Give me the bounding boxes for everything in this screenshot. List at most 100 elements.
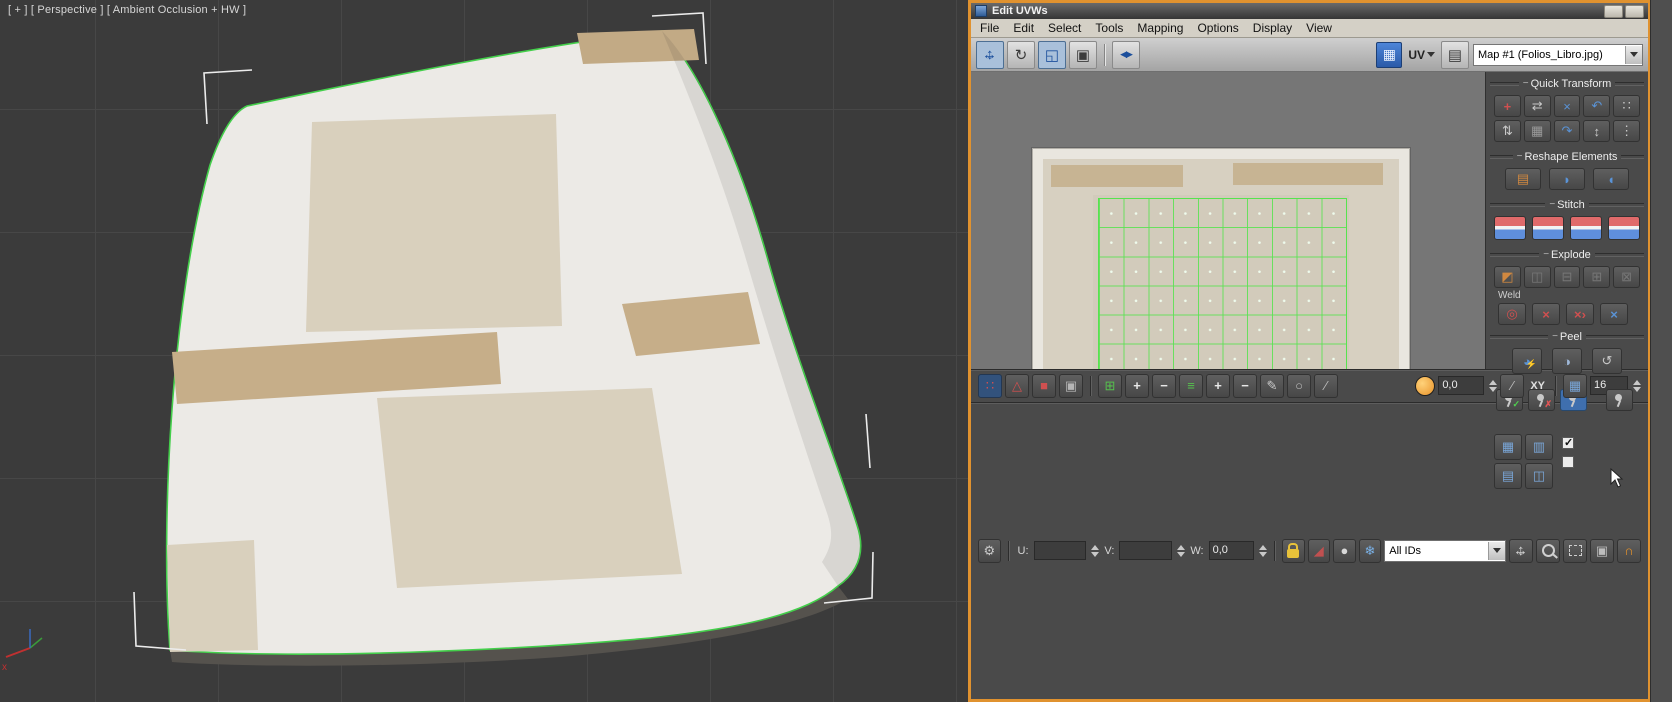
loop-grow-icon[interactable]: + bbox=[1206, 373, 1230, 398]
element-mode-icon[interactable]: ▣ bbox=[1059, 373, 1083, 398]
stitch-custom-icon[interactable] bbox=[1494, 216, 1526, 240]
target-weld-icon[interactable]: ◎ bbox=[1498, 303, 1526, 325]
explode-to-object-icon[interactable]: ◩ bbox=[1494, 266, 1521, 288]
weld-all-icon[interactable]: ×› bbox=[1566, 303, 1594, 325]
minimize-button[interactable] bbox=[1604, 4, 1623, 18]
qt-align-horizontal-icon[interactable]: ⇄ bbox=[1523, 95, 1551, 117]
grid-snap-icon[interactable]: ▦ bbox=[1563, 373, 1587, 398]
shrink-selection-icon[interactable]: − bbox=[1152, 373, 1176, 398]
u-field[interactable] bbox=[1033, 541, 1087, 561]
v-field[interactable] bbox=[1119, 541, 1173, 561]
peel-mode-icon[interactable]: ◑ bbox=[1552, 348, 1582, 374]
unpin-icon[interactable] bbox=[1606, 389, 1633, 411]
window-titlebar[interactable]: Edit UVWs bbox=[971, 3, 1648, 19]
zoom-icon[interactable] bbox=[1536, 538, 1560, 563]
options-gear-icon[interactable]: ⚙ bbox=[978, 538, 1001, 563]
qt-space-vertical-icon[interactable]: ⋮ bbox=[1613, 120, 1640, 142]
material-ids-dropdown[interactable]: All IDs bbox=[1384, 539, 1506, 562]
menu-select[interactable]: Select bbox=[1041, 20, 1088, 36]
weld-selected-icon[interactable]: × bbox=[1532, 303, 1560, 325]
brush-size-icon[interactable]: ∕ bbox=[1314, 373, 1338, 398]
sphere-preview-icon[interactable]: ● bbox=[1333, 538, 1356, 563]
rescale-checkbox[interactable] bbox=[1562, 436, 1574, 449]
face-mode-icon[interactable]: ■ bbox=[1032, 373, 1056, 398]
falloff-brush-icon[interactable]: ∕ bbox=[1500, 373, 1525, 398]
straighten-loop-icon[interactable]: ◗ bbox=[1549, 168, 1585, 190]
weld-break-icon[interactable]: × bbox=[1600, 303, 1628, 325]
menu-edit[interactable]: Edit bbox=[1006, 20, 1041, 36]
menu-display[interactable]: Display bbox=[1246, 20, 1299, 36]
detach-edge-icon[interactable]: ⊟ bbox=[1553, 266, 1581, 288]
qt-move-icon[interactable]: + bbox=[1494, 95, 1521, 117]
freeform-gizmo-icon[interactable]: ▣ bbox=[1069, 40, 1097, 69]
uv-shell-main-grid[interactable] bbox=[1098, 198, 1347, 369]
qt-rotate-cw-icon[interactable]: ↷ bbox=[1553, 120, 1581, 142]
pan-icon[interactable] bbox=[1509, 538, 1533, 563]
pack-custom-icon[interactable]: ◫ bbox=[1525, 463, 1553, 489]
perspective-viewport[interactable]: [ + ] [ Perspective ] [ Ambient Occlusio… bbox=[0, 0, 968, 702]
grow-selection-icon[interactable]: + bbox=[1125, 373, 1149, 398]
pack-full-icon[interactable]: ▤ bbox=[1494, 463, 1522, 489]
menu-tools[interactable]: Tools bbox=[1088, 20, 1130, 36]
menu-file[interactable]: File bbox=[973, 20, 1006, 36]
explode-faces-icon[interactable]: ⊞ bbox=[1583, 266, 1611, 288]
edge-loop-icon[interactable]: ≡ bbox=[1179, 373, 1203, 398]
texture-list-icon[interactable]: ▤ bbox=[1441, 40, 1469, 69]
map-select-dropdown[interactable]: Map #1 (Folios_Libro.jpg) bbox=[1473, 43, 1643, 66]
paint-wedge-icon[interactable]: ◢ bbox=[1307, 538, 1331, 563]
select-by-element-icon[interactable]: ⊞ bbox=[1098, 373, 1122, 398]
pack-normalize-icon[interactable]: ▦ bbox=[1494, 434, 1522, 460]
close-button[interactable] bbox=[1625, 4, 1644, 18]
material-ids-arrow[interactable] bbox=[1488, 541, 1505, 560]
break-icon[interactable]: ◫ bbox=[1523, 266, 1551, 288]
zoom-extents-icon[interactable]: ▣ bbox=[1590, 538, 1614, 563]
freeze-icon[interactable]: ❄ bbox=[1358, 538, 1382, 563]
peel-reset-icon[interactable]: ↺ bbox=[1592, 348, 1622, 374]
w-spinner[interactable] bbox=[1259, 544, 1267, 557]
quick-peel-icon[interactable]: ◕ ⚡ bbox=[1512, 348, 1542, 374]
qt-measure-icon[interactable]: ↕ bbox=[1583, 120, 1611, 142]
soft-selection-color-swatch[interactable] bbox=[1415, 375, 1436, 396]
rollout-header[interactable]: − Stitch bbox=[1490, 197, 1644, 212]
qt-align-cross-icon[interactable]: × bbox=[1553, 95, 1581, 117]
pack-together-icon[interactable]: ▥ bbox=[1525, 434, 1553, 460]
v-spinner[interactable] bbox=[1177, 544, 1186, 557]
loop-shrink-icon[interactable]: − bbox=[1233, 373, 1257, 398]
vertex-mode-icon[interactable]: ∷ bbox=[978, 373, 1002, 398]
lock-selection-icon[interactable] bbox=[1281, 538, 1305, 563]
paint-select-icon[interactable]: ✎ bbox=[1260, 373, 1284, 398]
menu-view[interactable]: View bbox=[1299, 20, 1339, 36]
edge-mode-icon[interactable]: △ bbox=[1005, 373, 1029, 398]
qt-rotate-ccw-icon[interactable]: ↶ bbox=[1583, 95, 1611, 117]
rollout-header[interactable]: − Peel bbox=[1490, 329, 1644, 344]
soft-selection-field[interactable]: 0,0 bbox=[1438, 376, 1485, 395]
smooth-arc-icon[interactable]: ◖ bbox=[1593, 168, 1629, 190]
uv-channel-dropdown[interactable]: UV bbox=[1406, 48, 1437, 62]
pelt-snap-icon[interactable]: ∩ bbox=[1617, 538, 1641, 563]
zoom-region-icon[interactable] bbox=[1563, 538, 1587, 563]
relax-tool-icon[interactable]: ▤ bbox=[1505, 168, 1541, 190]
u-spinner[interactable] bbox=[1091, 544, 1100, 557]
mirror-tool-icon[interactable]: ◀▶ bbox=[1112, 40, 1140, 69]
map-select-arrow[interactable] bbox=[1625, 45, 1642, 64]
stitch-to-source-icon[interactable] bbox=[1570, 216, 1602, 240]
brush-falloff-icon[interactable]: ○ bbox=[1287, 373, 1311, 398]
menu-mapping[interactable]: Mapping bbox=[1130, 20, 1190, 36]
show-map-toggle-icon[interactable]: ▦ bbox=[1376, 41, 1403, 68]
scale-tool-icon[interactable]: ◱ bbox=[1038, 40, 1066, 69]
rollout-header[interactable]: − Reshape Elements bbox=[1490, 149, 1644, 164]
rollout-header[interactable]: − Explode bbox=[1490, 247, 1644, 262]
pin-break-icon[interactable]: ✗ bbox=[1528, 389, 1555, 411]
grid-size-spinner[interactable] bbox=[1633, 379, 1641, 392]
menu-options[interactable]: Options bbox=[1190, 20, 1245, 36]
rollout-header[interactable]: − Quick Transform bbox=[1490, 76, 1644, 91]
stitch-average-icon[interactable] bbox=[1532, 216, 1564, 240]
move-tool-icon[interactable] bbox=[976, 40, 1004, 69]
rotate-tool-icon[interactable]: ↻ bbox=[1007, 40, 1035, 69]
qt-align-element-icon[interactable]: ▦ bbox=[1523, 120, 1551, 142]
rotate-checkbox[interactable] bbox=[1562, 455, 1574, 468]
qt-align-vertical-icon[interactable]: ⇅ bbox=[1494, 120, 1521, 142]
w-field[interactable]: 0,0 bbox=[1208, 541, 1254, 561]
qt-space-horizontal-icon[interactable]: ∷ bbox=[1613, 95, 1640, 117]
stitch-to-target-icon[interactable] bbox=[1608, 216, 1640, 240]
